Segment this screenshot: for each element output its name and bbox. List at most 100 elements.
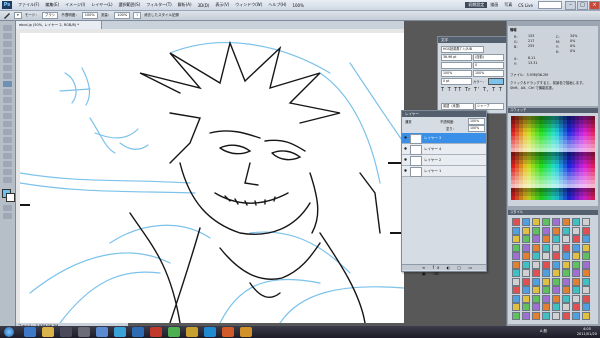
app-taskbar-icon[interactable] <box>168 327 180 337</box>
color-swatch[interactable] <box>571 124 575 128</box>
color-swatch[interactable] <box>511 128 515 132</box>
background-color-swatch[interactable] <box>6 193 15 202</box>
color-swatch[interactable] <box>515 140 519 144</box>
color-swatch[interactable] <box>563 180 567 184</box>
color-swatch[interactable] <box>539 176 543 180</box>
color-swatch[interactable] <box>523 124 527 128</box>
style-swatch[interactable] <box>562 235 570 243</box>
zoom-tool-icon[interactable] <box>3 177 12 183</box>
color-swatch[interactable] <box>583 196 587 200</box>
vertical-scale-field[interactable]: 100% <box>441 70 472 77</box>
color-swatch[interactable] <box>515 124 519 128</box>
eye-icon[interactable] <box>404 136 407 139</box>
style-swatch[interactable] <box>542 218 550 226</box>
color-swatch[interactable] <box>511 180 515 184</box>
color-swatch[interactable] <box>587 124 591 128</box>
color-swatch[interactable] <box>555 192 559 196</box>
color-swatch[interactable] <box>563 184 567 188</box>
color-swatch[interactable] <box>547 140 551 144</box>
color-swatch[interactable] <box>527 152 531 156</box>
horizontal-scale-field[interactable]: 100% <box>473 70 504 77</box>
color-swatch[interactable] <box>575 120 579 124</box>
color-swatch[interactable] <box>555 148 559 152</box>
color-swatch[interactable] <box>543 124 547 128</box>
color-swatch[interactable] <box>515 144 519 148</box>
style-swatch[interactable] <box>572 277 580 286</box>
app-taskbar-icon[interactable] <box>96 327 108 337</box>
color-swatch[interactable] <box>583 180 587 184</box>
color-swatch[interactable] <box>555 172 559 176</box>
color-swatch[interactable] <box>591 148 595 152</box>
color-swatch[interactable] <box>579 188 583 192</box>
color-swatch[interactable] <box>583 156 587 160</box>
ime-indicator[interactable]: A 般 <box>540 329 547 334</box>
color-swatch[interactable] <box>583 192 587 196</box>
color-swatch[interactable] <box>535 140 539 144</box>
style-swatch[interactable] <box>562 286 570 294</box>
layers-panel-footer-buttons[interactable]: ∞ fx ◐ ▢ ▭ ▣ ⌫ <box>402 264 486 276</box>
color-swatch[interactable] <box>579 180 583 184</box>
color-swatch[interactable] <box>523 196 527 200</box>
color-swatch[interactable] <box>519 124 523 128</box>
color-swatch[interactable] <box>523 116 527 120</box>
color-swatch[interactable] <box>515 152 519 156</box>
style-swatch[interactable] <box>542 260 550 269</box>
style-swatch[interactable] <box>542 269 550 277</box>
color-swatch[interactable] <box>551 168 555 172</box>
path-select-tool-icon[interactable] <box>3 153 12 159</box>
color-swatch[interactable] <box>571 152 575 156</box>
color-swatch[interactable] <box>555 160 559 164</box>
color-swatch[interactable] <box>519 164 523 168</box>
color-swatch[interactable] <box>531 144 535 148</box>
layer-row[interactable]: レイヤー 4 <box>402 144 486 155</box>
color-swatch[interactable] <box>519 140 523 144</box>
color-swatch[interactable] <box>551 188 555 192</box>
style-swatch[interactable] <box>572 252 580 260</box>
color-swatch[interactable] <box>567 132 571 136</box>
crop-tool-icon[interactable] <box>3 57 12 63</box>
color-swatch[interactable] <box>567 124 571 128</box>
color-swatch[interactable] <box>547 124 551 128</box>
hand-tool-icon[interactable] <box>3 169 12 175</box>
menu-3d[interactable]: 3D(D) <box>195 3 213 8</box>
color-swatch[interactable] <box>551 172 555 176</box>
style-swatch[interactable] <box>552 218 560 226</box>
color-swatch[interactable] <box>559 132 563 136</box>
color-swatch[interactable] <box>547 160 551 164</box>
color-swatch[interactable] <box>515 192 519 196</box>
color-swatch[interactable] <box>587 116 591 120</box>
color-swatch[interactable] <box>571 192 575 196</box>
color-swatch[interactable] <box>579 152 583 156</box>
color-swatch[interactable] <box>583 160 587 164</box>
color-swatch[interactable] <box>527 164 531 168</box>
color-swatch[interactable] <box>567 168 571 172</box>
ie-taskbar-icon[interactable] <box>24 327 36 337</box>
color-swatch[interactable] <box>591 180 595 184</box>
style-swatch[interactable] <box>572 243 580 252</box>
style-swatch[interactable] <box>562 252 570 260</box>
color-swatch[interactable] <box>543 168 547 172</box>
color-swatch[interactable] <box>563 128 567 132</box>
color-swatch[interactable] <box>539 124 543 128</box>
style-swatch[interactable] <box>542 235 550 243</box>
close-icon[interactable]: × <box>589 0 600 10</box>
color-swatch[interactable] <box>519 184 523 188</box>
color-swatch[interactable] <box>531 128 535 132</box>
color-swatch[interactable] <box>519 116 523 120</box>
color-swatch[interactable] <box>547 148 551 152</box>
color-swatch[interactable] <box>587 132 591 136</box>
color-swatch[interactable] <box>531 192 535 196</box>
color-swatch[interactable] <box>559 180 563 184</box>
color-swatch[interactable] <box>587 136 591 140</box>
color-swatch[interactable] <box>519 148 523 152</box>
color-swatch[interactable] <box>559 116 563 120</box>
color-swatch[interactable] <box>583 184 587 188</box>
color-swatch[interactable] <box>539 132 543 136</box>
style-swatch[interactable] <box>552 286 560 294</box>
menu-edit[interactable]: 編集(E) <box>42 2 62 8</box>
color-swatch[interactable] <box>567 144 571 148</box>
style-swatch[interactable] <box>562 311 570 320</box>
color-swatch[interactable] <box>519 188 523 192</box>
color-swatch[interactable] <box>579 196 583 200</box>
color-swatch[interactable] <box>591 172 595 176</box>
